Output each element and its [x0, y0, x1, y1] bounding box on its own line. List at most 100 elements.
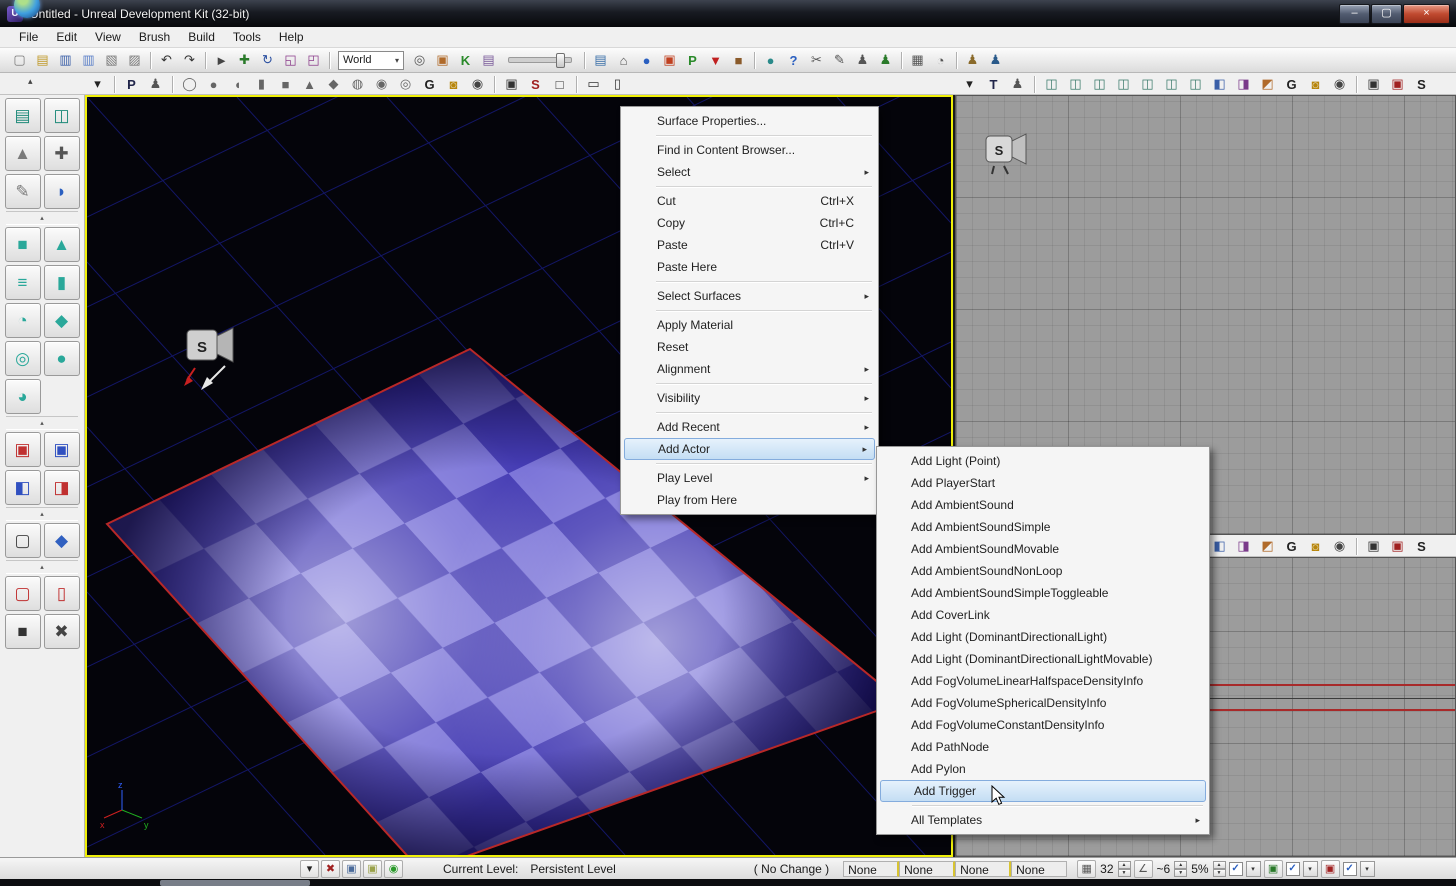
menu-item-apply-material[interactable]: Apply Material [623, 314, 876, 336]
csg-intersect-button[interactable]: ◧ [4, 470, 41, 505]
content-browser-icon[interactable]: ▤ [477, 49, 500, 71]
game-view-icon[interactable]: ♟ [144, 73, 167, 95]
show-cube-6-icon[interactable]: ◫ [1160, 73, 1183, 95]
menu-item-add-ambientsoundmovable[interactable]: Add AmbientSoundMovable [879, 538, 1207, 560]
panel-group-divider[interactable]: ▴ [6, 507, 78, 521]
maximize-button[interactable]: ▢ [1371, 4, 1402, 24]
camera-2-icon[interactable]: ▣ [1386, 73, 1409, 95]
show-eye-icon[interactable]: ◉ [1328, 535, 1351, 557]
new-map-icon[interactable]: ▢ [8, 49, 31, 71]
menu-item-add-ambientsoundsimpletoggleable[interactable]: Add AmbientSoundSimpleToggleable [879, 582, 1207, 604]
camera-2-icon[interactable]: ▣ [1386, 535, 1409, 557]
sphere-builder-button[interactable]: ● [43, 341, 80, 376]
show-cube-4-icon[interactable]: ◫ [1112, 73, 1135, 95]
drag-grid-icon[interactable]: ▦ [1077, 859, 1097, 878]
status-checkbox-1[interactable]: ✓ [1228, 861, 1243, 876]
geometry-mode-button[interactable]: ◗ [43, 174, 80, 209]
menu-item-find-in-content-browser[interactable]: Find in Content Browser... [623, 139, 876, 161]
squint-mode-icon[interactable]: S [1410, 73, 1433, 95]
network-status-icon[interactable]: ◉ [384, 859, 403, 878]
sheet-builder-button[interactable]: ◆ [43, 303, 80, 338]
import-map-icon[interactable]: ▧ [100, 49, 123, 71]
panel-group-divider[interactable]: ▴ [6, 560, 78, 574]
content-browser-button[interactable]: ▤ [4, 98, 41, 133]
scale-tool-icon[interactable]: ◱ [279, 49, 302, 71]
show-brushes-icon[interactable]: ◯ [178, 73, 201, 95]
status-dropdown-1[interactable]: ▾ [1245, 860, 1261, 877]
lock-viewport-icon[interactable]: ◙ [1304, 73, 1327, 95]
red-builder-cylinder-button[interactable]: ▯ [43, 576, 80, 611]
actor-info-cell[interactable]: None [843, 860, 900, 877]
ambient-sound-actor-icon[interactable]: S [982, 126, 1042, 186]
show-cube-1-icon[interactable]: ◫ [1040, 73, 1063, 95]
delete-brush-button[interactable]: ✖ [43, 614, 80, 649]
camera-lock-icon[interactable]: ▯ [606, 73, 629, 95]
show-cube-10-icon[interactable]: ◩ [1256, 535, 1279, 557]
squint-mode-icon[interactable]: S [1410, 535, 1433, 557]
csg-add-button[interactable]: ▣ [4, 432, 41, 467]
edit-tool-icon[interactable]: ✎ [828, 49, 851, 71]
menu-help[interactable]: Help [270, 27, 313, 47]
world-sphere-icon[interactable]: ● [635, 49, 658, 71]
translate-tool-icon[interactable]: ✚ [233, 49, 256, 71]
menu-item-add-fogvolumelinearhalfspacedensityinfo[interactable]: Add FogVolumeLinearHalfspaceDensityInfo [879, 670, 1207, 692]
menu-item-add-pylon[interactable]: Add Pylon [879, 758, 1207, 780]
search-binoculars-icon[interactable]: ◎ [408, 49, 431, 71]
top-view-label-icon[interactable]: T [982, 73, 1005, 95]
slider-handle-icon[interactable] [556, 53, 565, 68]
windows-taskbar[interactable] [0, 879, 1456, 886]
show-volumes-icon[interactable]: ▮ [250, 73, 273, 95]
show-cube-9-icon[interactable]: ◨ [1232, 73, 1255, 95]
show-sprites-icon[interactable]: ◆ [322, 73, 345, 95]
curved-stairs-builder-button[interactable]: ◔ [4, 303, 41, 338]
unlit-mode-icon[interactable]: □ [548, 73, 571, 95]
camera-speed-icon[interactable]: ▣ [500, 73, 523, 95]
close-button[interactable]: × [1403, 4, 1450, 24]
player-blue-icon[interactable]: ♟ [984, 49, 1007, 71]
menu-item-copy[interactable]: Copy Ctrl+C [623, 212, 876, 234]
taskbar-item[interactable] [160, 880, 310, 886]
cube-builder-button[interactable]: ■ [4, 227, 41, 262]
actor-info-cell[interactable]: None [955, 860, 1012, 877]
csg-deintersect-button[interactable]: ◨ [43, 470, 80, 505]
menu-item-select[interactable]: Select ▸ [623, 161, 876, 183]
actor-info-cell[interactable]: None [1011, 860, 1068, 877]
camera-mode-button[interactable]: ◫ [43, 98, 80, 133]
rotate-tool-icon[interactable]: ↻ [256, 49, 279, 71]
menu-item-add-fogvolumeconstantdensityinfo[interactable]: Add FogVolumeConstantDensityInfo [879, 714, 1207, 736]
game-view-icon[interactable]: ♟ [1006, 73, 1029, 95]
build-error-icon[interactable]: ✖ [321, 859, 340, 878]
minimize-button[interactable]: – [1339, 4, 1370, 24]
autosave-clock-icon[interactable]: ◔ [929, 49, 952, 71]
menu-item-add-actor[interactable]: Add Actor ▸ [624, 438, 875, 460]
show-decals-icon[interactable]: ◎ [394, 73, 417, 95]
csg-subtract-button[interactable]: ▣ [43, 432, 80, 467]
show-meshes-icon[interactable]: ● [202, 73, 225, 95]
brush-wand-button[interactable]: ✎ [4, 174, 41, 209]
brush-clip-button[interactable]: ◆ [43, 523, 80, 558]
menu-item-paste[interactable]: Paste Ctrl+V [623, 234, 876, 256]
building-browser-icon[interactable]: ⌂ [612, 49, 635, 71]
menu-item-add-playerstart[interactable]: Add PlayerStart [879, 472, 1207, 494]
spiral-stairs-builder-button[interactable]: ◎ [4, 341, 41, 376]
redo-icon[interactable]: ↷ [178, 49, 201, 71]
cylinder-builder-button[interactable]: ▮ [43, 265, 80, 300]
menu-tools[interactable]: Tools [224, 27, 270, 47]
lighting-status-icon[interactable]: ▣ [342, 859, 361, 878]
menu-item-all-templates[interactable]: All Templates ▸ [879, 809, 1207, 831]
status-dropdown-3[interactable]: ▾ [1359, 860, 1375, 877]
undo-icon[interactable]: ↶ [155, 49, 178, 71]
titlebar[interactable]: U Untitled - Unreal Development Kit (32-… [0, 0, 1456, 27]
status-checkbox-3[interactable]: ✓ [1342, 861, 1357, 876]
terrain-mode-button[interactable]: ▲ [4, 136, 41, 171]
select-pointer-icon[interactable]: ► [210, 49, 233, 71]
show-cube-8-icon[interactable]: ◧ [1208, 73, 1231, 95]
show-cube-3-icon[interactable]: ◫ [1088, 73, 1111, 95]
matinee-preview-icon[interactable]: ▭ [582, 73, 605, 95]
show-eye-icon[interactable]: ◉ [466, 73, 489, 95]
panel-collapse-icon[interactable]: ▴ [28, 76, 33, 87]
menu-file[interactable]: File [10, 27, 47, 47]
show-eye-icon[interactable]: ◉ [1328, 73, 1351, 95]
menu-item-add-coverlink[interactable]: Add CoverLink [879, 604, 1207, 626]
show-cube-7-icon[interactable]: ◫ [1184, 73, 1207, 95]
